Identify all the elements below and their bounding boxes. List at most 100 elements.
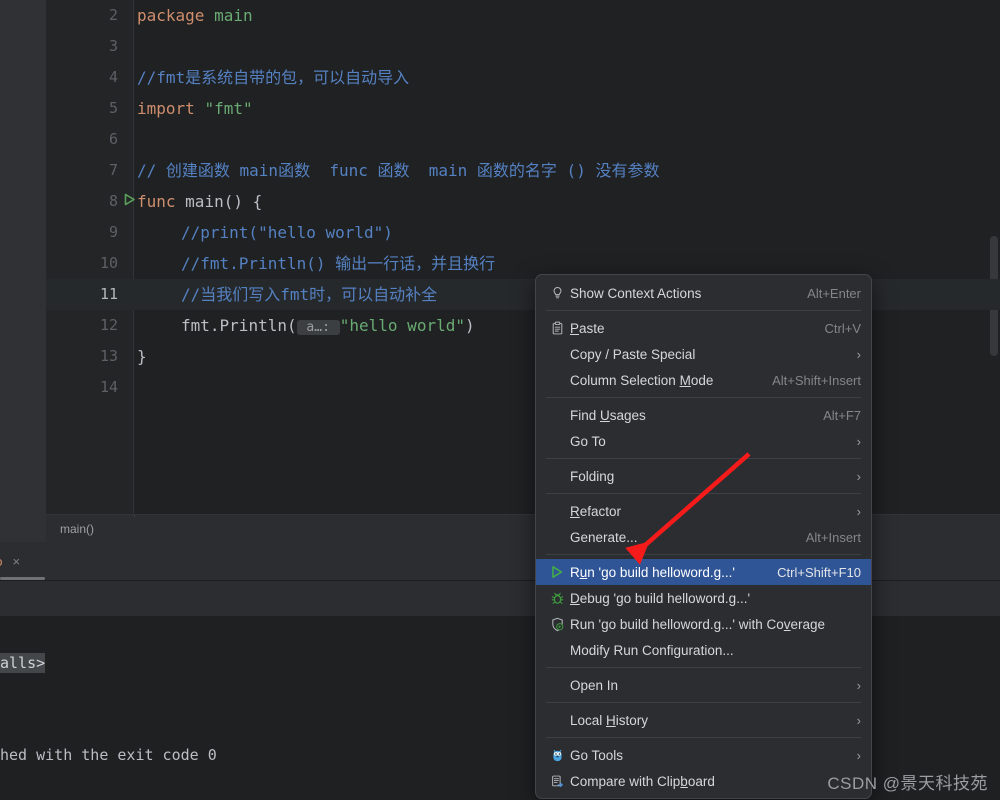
menu-item-label: Modify Run Configuration...: [570, 642, 734, 658]
debug-bug-icon: [546, 589, 568, 607]
close-icon[interactable]: ×: [12, 555, 20, 568]
menu-item-shortcut: Alt+Insert: [805, 529, 861, 545]
menu-item-label: Refactor: [570, 503, 622, 519]
line-number: 5: [108, 99, 118, 117]
console-line-exit: hed with the exit code 0: [0, 746, 217, 764]
menu-item-label: Show Context Actions: [570, 285, 702, 301]
code-token: package: [137, 6, 215, 25]
menu-item-shortcut: Alt+F7: [823, 407, 861, 423]
menu-item-find-usages[interactable]: Find Usages Alt+F7: [536, 402, 871, 428]
menu-item-icon-empty: [546, 371, 568, 389]
menu-item-shortcut: Ctrl+Shift+F10: [777, 564, 861, 580]
menu-item-local-history[interactable]: Local History ›: [536, 707, 871, 733]
line-number: 13: [99, 347, 118, 365]
menu-item-label: Compare with Clipboard: [570, 773, 715, 789]
code-token: .Println: [209, 316, 287, 335]
menu-item-label: Find Usages: [570, 407, 646, 423]
menu-item-generate[interactable]: Generate... Alt+Insert: [536, 524, 871, 550]
menu-item-label: Copy / Paste Special: [570, 346, 696, 362]
menu-item-icon-empty: [546, 345, 568, 363]
menu-separator: [546, 737, 861, 738]
menu-separator: [546, 310, 861, 311]
code-token: // 创建函数 main函数 func 函数 main 函数的名字 () 没有参…: [137, 161, 660, 180]
code-text: }: [137, 341, 147, 372]
run-tab-go[interactable]: go ×: [0, 542, 30, 580]
clipboard-icon: [546, 319, 568, 337]
ide-window: 2 package main 3 4 //fmt是系统自带的包，可以自动导入 5 impor…: [0, 0, 1000, 800]
menu-item-label: Go To: [570, 433, 606, 449]
line-number: 14: [99, 378, 118, 396]
code-token: fmt: [181, 316, 210, 335]
menu-item-run-with-coverage[interactable]: Run 'go build helloword.g...' with Cover…: [536, 611, 871, 637]
menu-item-label: Run 'go build helloword.g...': [570, 564, 736, 580]
menu-item-label: Local History: [570, 712, 649, 728]
code-token: "fmt": [204, 99, 253, 118]
code-text: package main: [137, 0, 253, 31]
chevron-right-icon: ›: [856, 468, 861, 484]
menu-item-show-context-actions[interactable]: Show Context Actions Alt+Enter: [536, 280, 871, 306]
line-number: 9: [108, 223, 118, 241]
chevron-right-icon: ›: [856, 433, 861, 449]
code-token: main: [214, 6, 253, 25]
line-number: 6: [108, 130, 118, 148]
menu-item-label: Go Tools: [570, 747, 624, 763]
menu-item-label: Column Selection Mode: [570, 372, 714, 388]
menu-item-run-go-build-helloword[interactable]: Run 'go build helloword.g...' Ctrl+Shift+…: [536, 559, 871, 585]
menu-item-folding[interactable]: Folding ›: [536, 463, 871, 489]
code-text: //fmt是系统自带的包，可以自动导入: [137, 62, 409, 93]
menu-item-refactor[interactable]: Refactor ›: [536, 498, 871, 524]
code-token: //print("hello world"): [181, 223, 393, 242]
menu-item-go-tools[interactable]: Go Tools ›: [536, 742, 871, 768]
code-line-row[interactable]: [46, 124, 1000, 155]
menu-item-modify-run-configuration[interactable]: Modify Run Configuration...: [536, 637, 871, 663]
console-line-path: alls>: [0, 653, 46, 673]
menu-separator: [546, 397, 861, 398]
chevron-right-icon: ›: [856, 503, 861, 519]
menu-item-label: Debug 'go build helloword.g...': [570, 590, 751, 606]
parameter-hint: a…:: [296, 320, 340, 335]
menu-item-label: Open In: [570, 677, 619, 693]
breadcrumb-divider: [134, 515, 135, 517]
watermark: CSDN @景天科技苑: [827, 774, 988, 793]
menu-item-copy-paste-special[interactable]: Copy / Paste Special ›: [536, 341, 871, 367]
code-line-row[interactable]: [46, 31, 1000, 62]
menu-item-compare-with-clipboard[interactable]: Compare with Clipboard: [536, 768, 871, 794]
coverage-shield-icon: [546, 615, 568, 633]
gopher-icon: [546, 746, 568, 764]
menu-item-icon-empty: [546, 528, 568, 546]
menu-item-column-selection-mode[interactable]: Column Selection Mode Alt+Shift+Insert: [536, 367, 871, 393]
code-text: func main() {: [137, 186, 262, 217]
chevron-right-icon: ›: [856, 747, 861, 763]
menu-item-icon-empty: [546, 676, 568, 694]
lightbulb-icon: [546, 284, 568, 302]
chevron-right-icon: ›: [856, 346, 861, 362]
line-number: 12: [99, 316, 118, 334]
menu-item-paste[interactable]: Paste Ctrl+V: [536, 315, 871, 341]
menu-item-open-in[interactable]: Open In ›: [536, 672, 871, 698]
code-token: //fmt.Println() 输出一行话，并且换行: [181, 254, 496, 273]
chevron-right-icon: ›: [856, 712, 861, 728]
code-token: (: [286, 316, 297, 335]
menu-item-label: Generate...: [570, 529, 638, 545]
code-token: func: [137, 192, 186, 211]
menu-item-icon-empty: [546, 467, 568, 485]
menu-item-icon-empty: [546, 711, 568, 729]
menu-item-shortcut: Ctrl+V: [824, 320, 861, 336]
code-token: }: [137, 347, 147, 366]
menu-item-shortcut: Alt+Enter: [807, 285, 861, 301]
code-token: //fmt是系统自带的包，可以自动导入: [137, 68, 410, 87]
breadcrumb[interactable]: main(): [60, 515, 94, 543]
run-tab-label: go: [0, 554, 2, 569]
menu-item-go-to[interactable]: Go To ›: [536, 428, 871, 454]
console-selected-text: alls>: [0, 653, 46, 673]
menu-item-icon-empty: [546, 406, 568, 424]
editor-context-menu[interactable]: Show Context Actions Alt+Enter Paste Ctrl+V…: [535, 274, 872, 799]
menu-item-debug-go-build-helloword[interactable]: Debug 'go build helloword.g...': [536, 585, 871, 611]
code-text: //print("hello world"): [181, 217, 393, 248]
line-number: 3: [108, 37, 118, 55]
line-number: 8: [108, 192, 118, 210]
code-text: //当我们写入fmt时，可以自动补全: [181, 279, 437, 310]
code-token: main: [185, 192, 224, 211]
chevron-right-icon: ›: [856, 677, 861, 693]
code-token: //当我们写入fmt时，可以自动补全: [181, 285, 438, 304]
